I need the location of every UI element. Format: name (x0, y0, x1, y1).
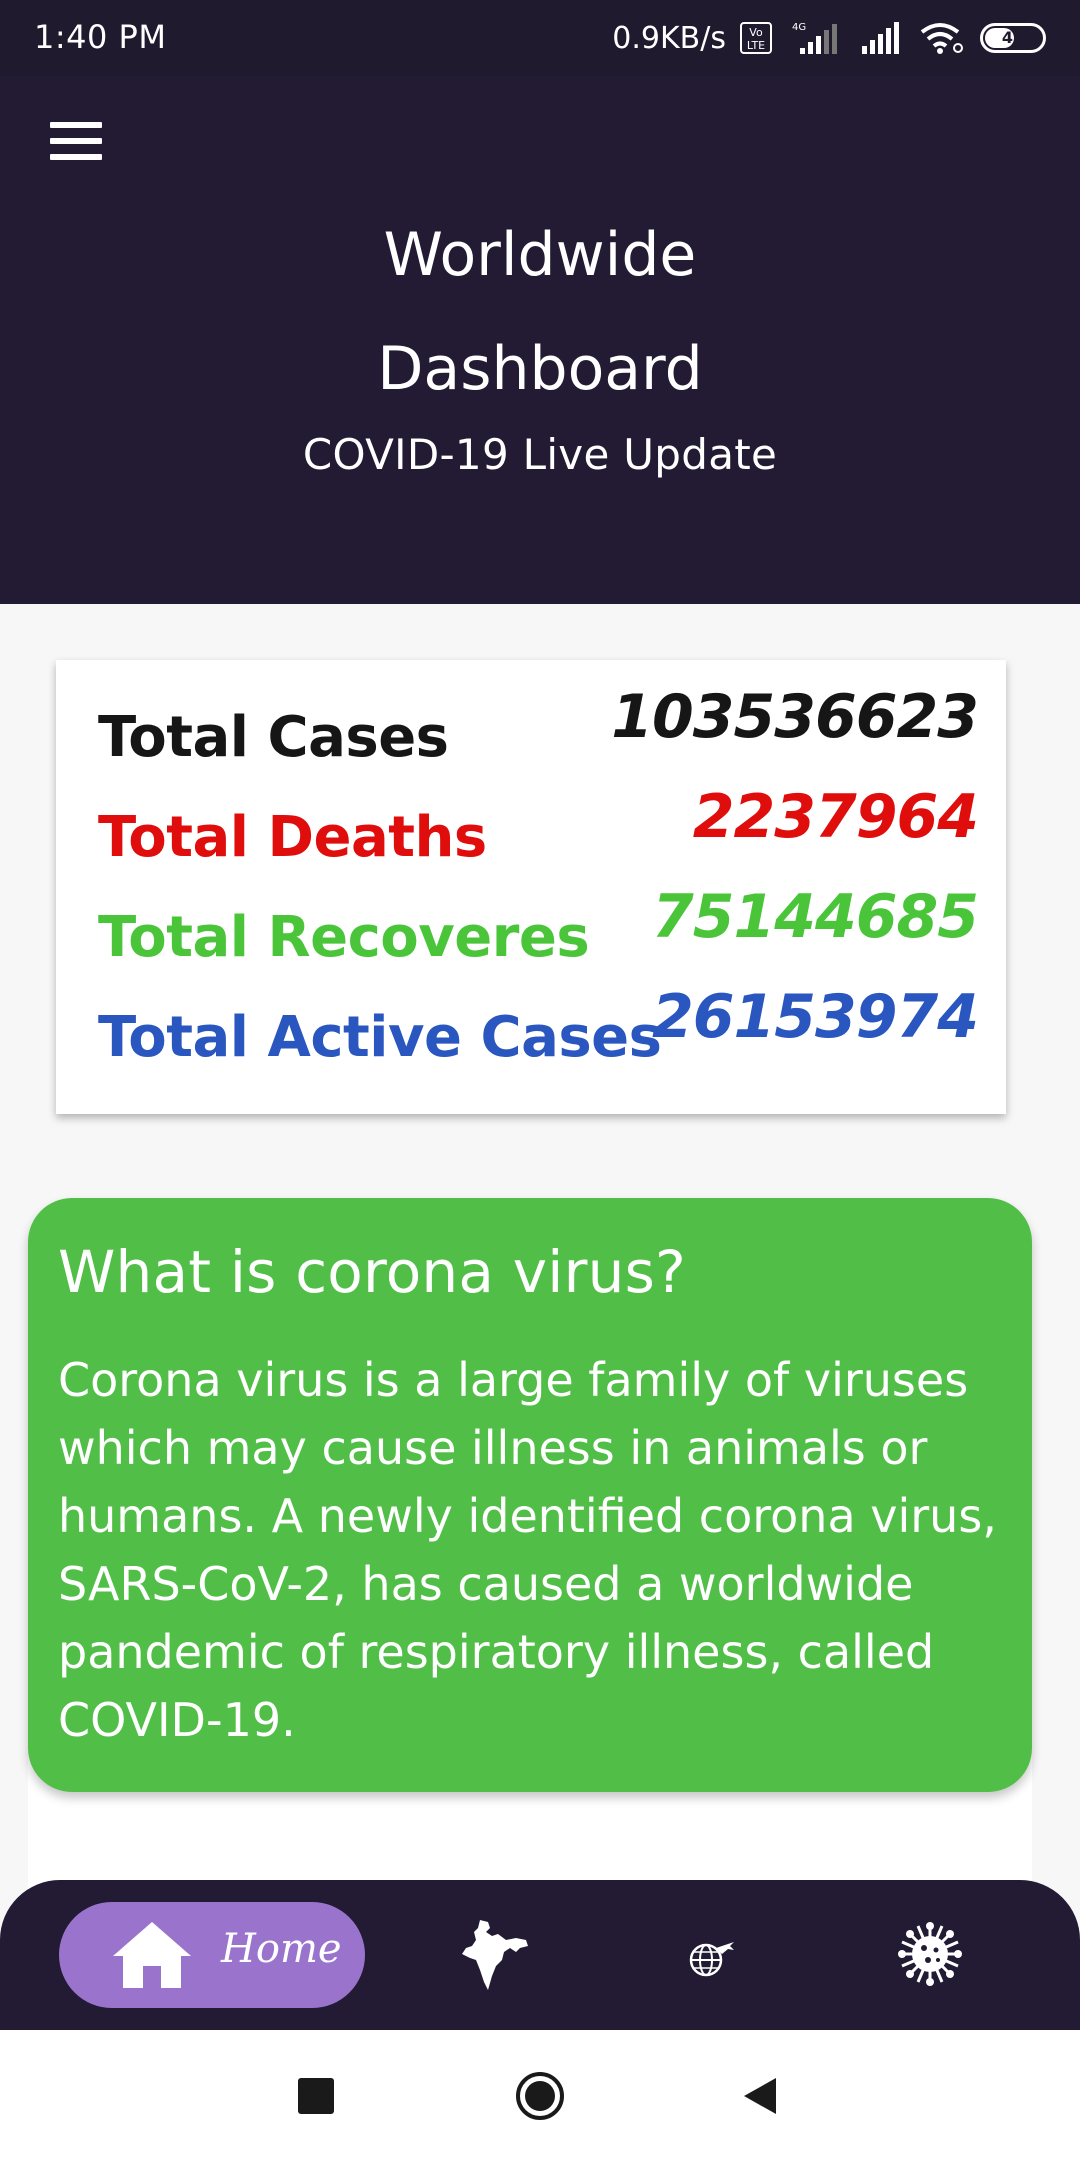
virus-icon (898, 1922, 962, 1986)
status-bar: 1:40 PM 0.9KB/s Vo LTE 4G 49 (0, 0, 1080, 76)
nav-virus-tab[interactable] (878, 1902, 984, 2008)
signal-icon (862, 22, 899, 54)
stat-row-total-cases: Total Cases 103536623 (98, 682, 979, 782)
signal-4g-icon: 4G (792, 22, 837, 54)
page-subtitle: COVID-19 Live Update (302, 430, 778, 479)
info-text: Corona virus is a large family of viruse… (58, 1353, 997, 1747)
stat-row-total-recovered: Total Recoveres 75144685 (98, 882, 979, 982)
network-type-label: 4G (792, 22, 806, 33)
status-icons: 0.9KB/s Vo LTE 4G 49 (612, 18, 1046, 58)
india-map-icon (462, 1920, 528, 1990)
recent-apps-button[interactable] (298, 2078, 334, 2114)
volte-icon: Vo LTE (740, 22, 772, 54)
stat-value: 26153974 (652, 982, 979, 1052)
stat-value: 75144685 (652, 882, 979, 952)
stat-value: 2237964 (692, 782, 979, 852)
system-nav-bar (0, 2030, 1080, 2160)
stat-label: Total Cases (98, 705, 449, 770)
stat-label: Total Recoveres (98, 905, 590, 970)
stat-value: 103536623 (611, 682, 979, 752)
stat-row-total-deaths: Total Deaths 2237964 (98, 782, 979, 882)
nav-world-tab[interactable] (656, 1902, 762, 2008)
wifi-icon (920, 23, 963, 54)
battery-level: 49 (1001, 28, 1025, 47)
network-speed: 0.9KB/s (612, 20, 726, 56)
bottom-nav: Home (0, 1880, 1080, 2030)
globe-plane-icon (689, 1942, 734, 1977)
info-title: What is corona virus? (58, 1238, 687, 1306)
nav-home-tab[interactable]: Home (59, 1902, 365, 2008)
nav-india-tab[interactable] (440, 1902, 546, 2008)
stats-card: Total Cases 103536623 Total Deaths 22379… (56, 660, 1006, 1114)
back-button[interactable] (742, 2076, 778, 2116)
system-home-button[interactable] (514, 2070, 566, 2122)
home-icon (113, 1922, 191, 1988)
stat-label: Total Active Cases (98, 1005, 662, 1070)
stat-label: Total Deaths (98, 805, 487, 870)
stat-row-total-active: Total Active Cases 26153974 (98, 982, 979, 1082)
battery-icon: 49 (980, 23, 1046, 53)
nav-home-label: Home (221, 1926, 342, 1972)
page-title: Worldwide Dashboard (377, 220, 703, 404)
info-card: What is corona virus? Corona virus is a … (28, 1198, 1032, 1792)
status-time: 1:40 PM (34, 18, 167, 56)
app-header: Worldwide Dashboard COVID-19 Live Update (0, 76, 1080, 604)
menu-icon[interactable] (50, 116, 104, 162)
